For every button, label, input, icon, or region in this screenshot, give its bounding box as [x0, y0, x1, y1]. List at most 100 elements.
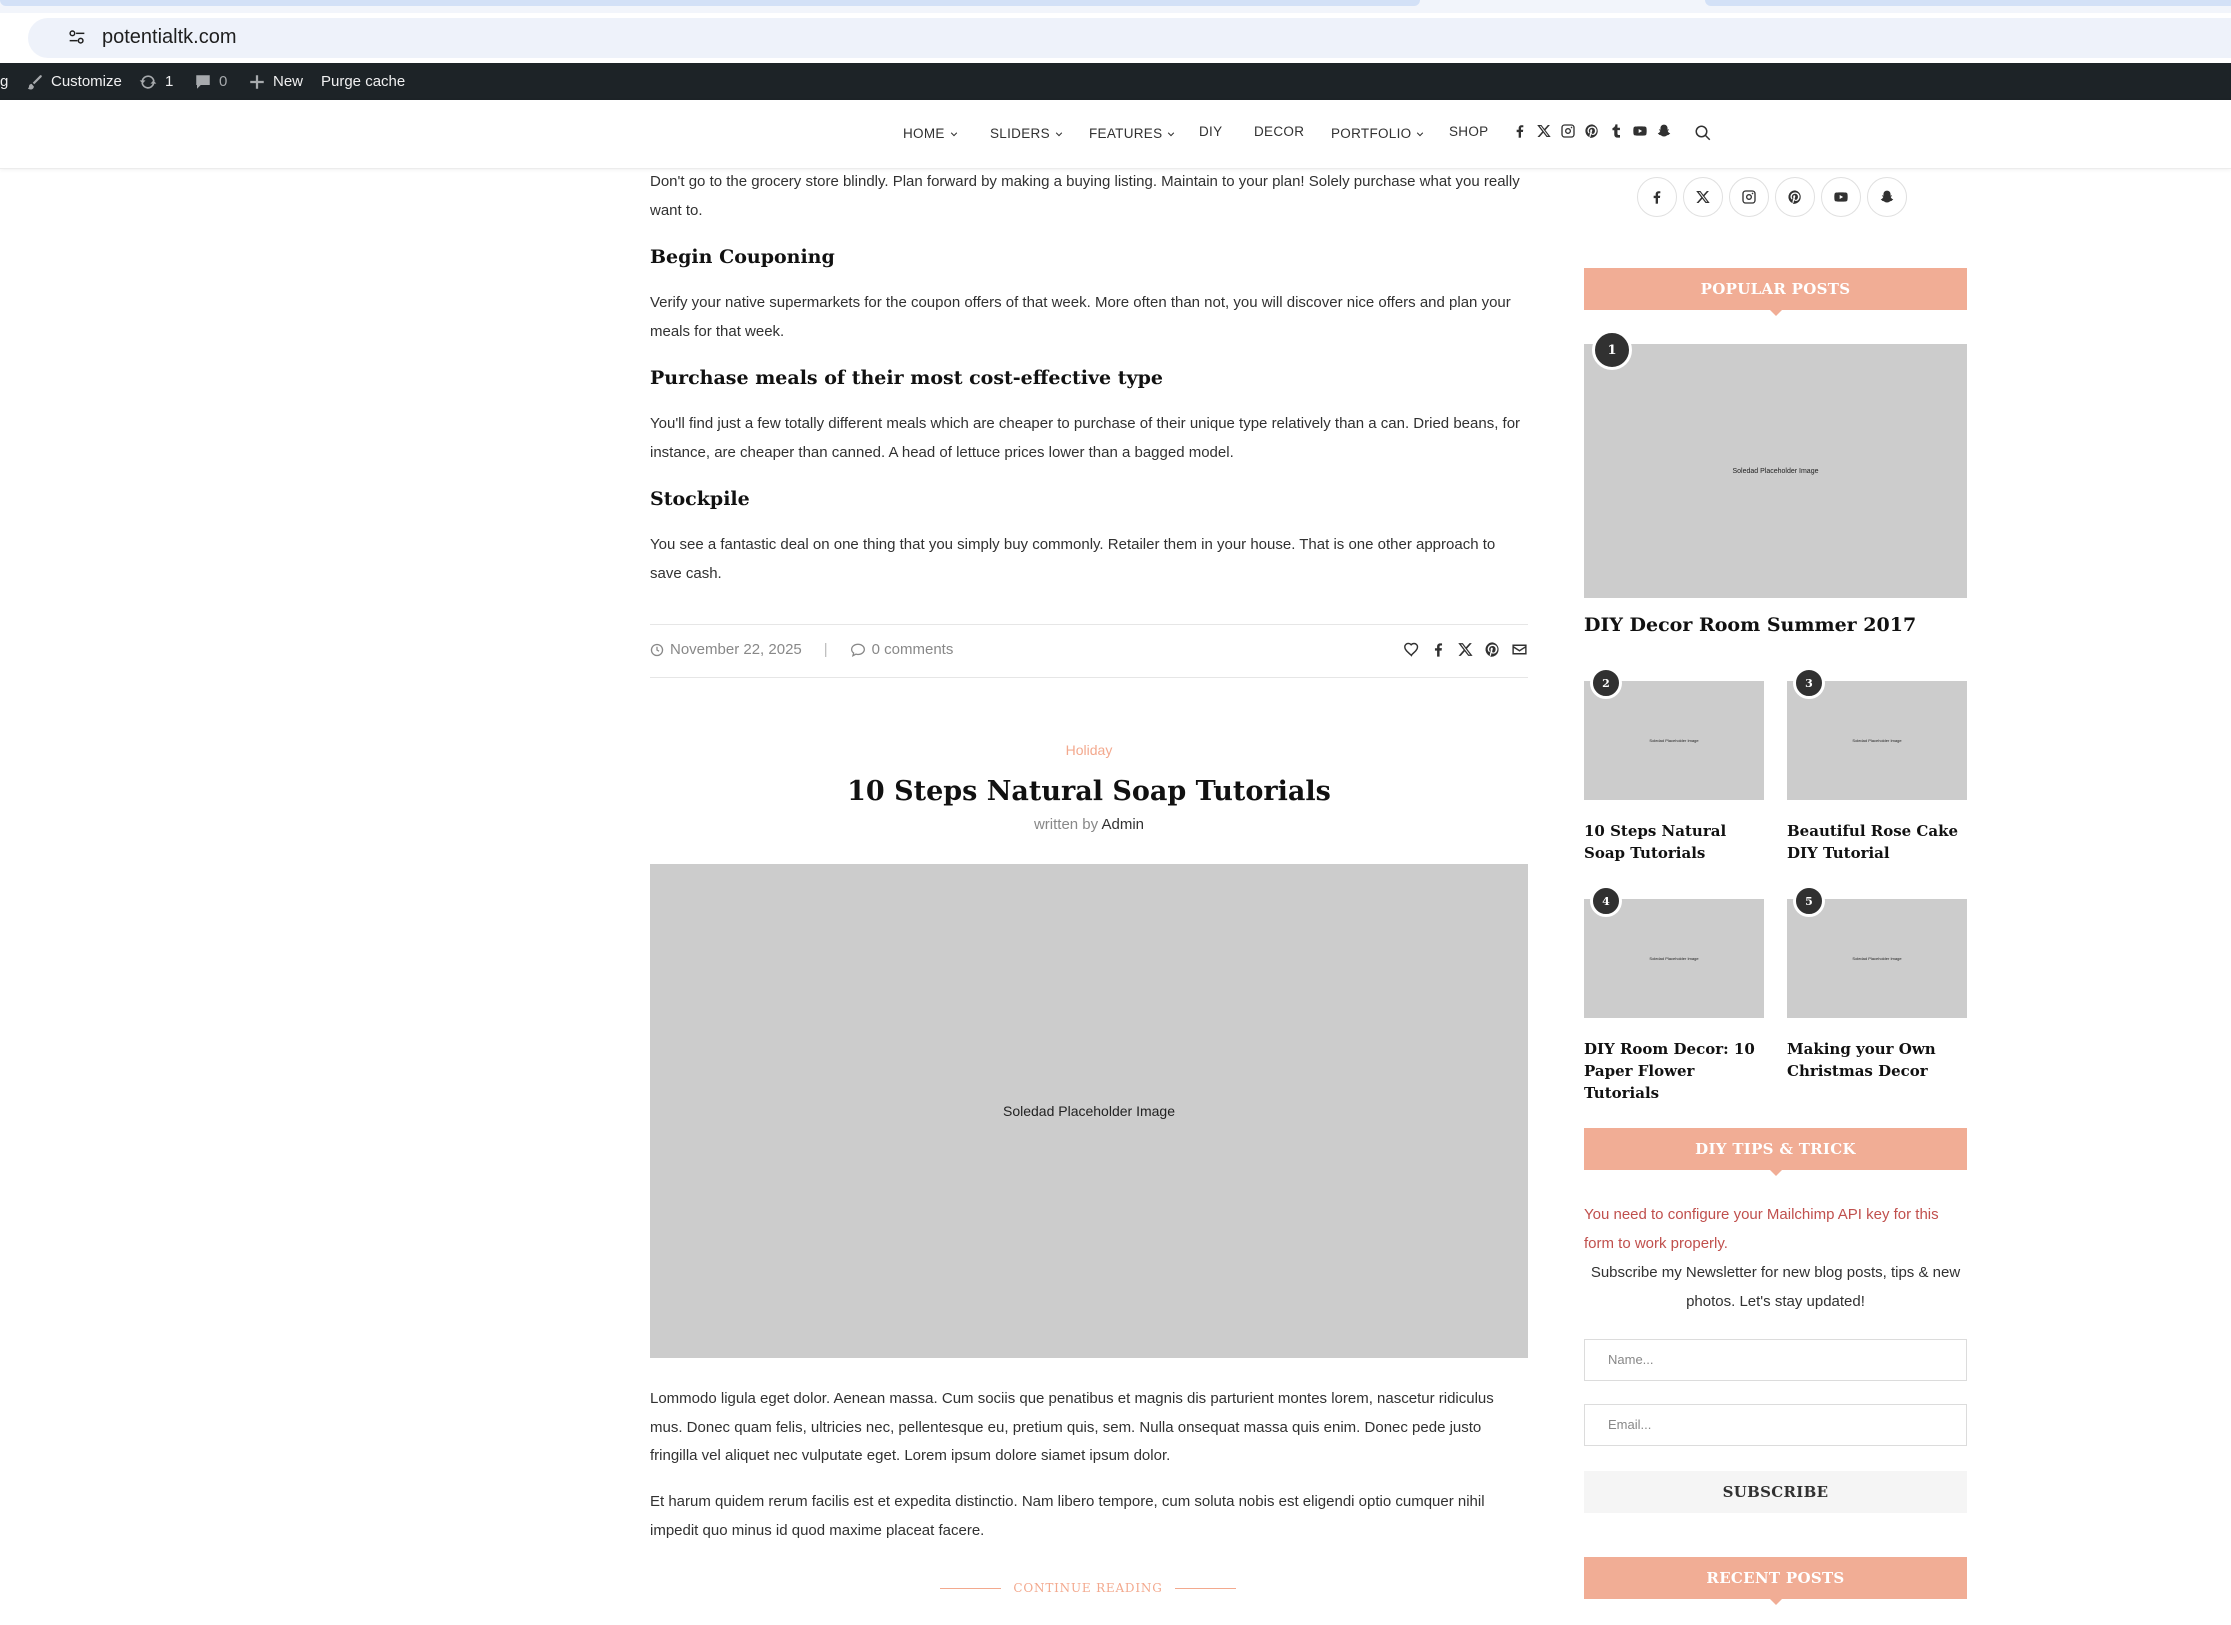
admin-comments[interactable]: 0 [194, 63, 227, 100]
youtube-icon[interactable] [1632, 123, 1648, 139]
site-settings-icon[interactable] [66, 26, 88, 48]
x-icon[interactable] [1536, 123, 1552, 139]
continue-reading-label: CONTINUE READING [1013, 1581, 1163, 1595]
tumblr-icon[interactable] [1608, 123, 1624, 139]
snapchat-icon[interactable] [1656, 123, 1672, 139]
newsletter-title: DIY TIPS & TRICK [1584, 1128, 1967, 1176]
sidebar-facebook-link[interactable] [1637, 177, 1677, 217]
popular-post-title[interactable]: DIY Room Decor: 10 Paper Flower Tutorial… [1584, 1038, 1764, 1104]
wp-admin-bar: g Customize 1 0 New Purge cache [0, 63, 2231, 100]
post-featured-image[interactable]: Soledad Placeholder Image [650, 864, 1528, 1358]
sidebar-instagram-link[interactable] [1729, 177, 1769, 217]
popular-post-title[interactable]: Beautiful Rose Cake DIY Tutorial [1787, 820, 1967, 864]
admin-purge-cache[interactable]: Purge cache [321, 63, 405, 100]
continue-reading-link[interactable]: CONTINUE READING [940, 1578, 1237, 1598]
post-share [1403, 641, 1528, 658]
x-icon[interactable] [1457, 641, 1474, 658]
placeholder-image-label: Soledad Placeholder Image [1852, 956, 1902, 961]
facebook-icon[interactable] [1430, 641, 1447, 658]
nav-home-label: HOME [903, 126, 945, 141]
post-date: November 22, 2025 [670, 641, 802, 658]
search-icon[interactable] [1694, 124, 1712, 142]
site-header: HOME SLIDERS FEATURES DIY DECOR PORTFOLI… [0, 100, 2231, 169]
post-author-link[interactable]: Admin [1102, 816, 1145, 833]
rank-badge: 5 [1793, 885, 1825, 917]
email-field[interactable]: Email... [1584, 1404, 1967, 1446]
admin-purge-cache-label: Purge cache [321, 73, 406, 90]
facebook-icon[interactable] [1512, 123, 1528, 139]
nav-sliders-label: SLIDERS [990, 126, 1050, 141]
sidebar-social-links [1637, 177, 1907, 217]
popular-post-image[interactable]: Soledad Placeholder Image [1584, 899, 1764, 1018]
url-text[interactable]: potentialtk.com [102, 26, 237, 49]
comment-icon [196, 74, 210, 89]
sidebar-pinterest-link[interactable] [1775, 177, 1815, 217]
admin-customize[interactable]: Customize [26, 63, 122, 100]
nav-features-label: FEATURES [1089, 126, 1163, 141]
popular-posts-title: POPULAR POSTS [1584, 268, 1967, 316]
article-heading: Begin Couponing [650, 246, 835, 268]
rank-badge: 1 [1592, 330, 1632, 370]
popular-post-image[interactable]: Soledad Placeholder Image [1787, 899, 1967, 1018]
youtube-icon [1834, 192, 1848, 202]
admin-new[interactable]: New [248, 63, 303, 100]
sidebar-snapchat-link[interactable] [1867, 177, 1907, 217]
chevron-down-icon [1417, 131, 1424, 136]
rank-badge: 2 [1590, 667, 1622, 699]
post-comments-link[interactable]: 0 comments [872, 641, 954, 658]
popular-post-image[interactable]: Soledad Placeholder Image [1787, 681, 1967, 800]
clock-icon [650, 643, 664, 656]
admin-site-label: g [0, 73, 9, 90]
instagram-icon[interactable] [1560, 123, 1576, 139]
url-field[interactable]: potentialtk.com [28, 18, 2231, 58]
nav-features[interactable]: FEATURES [1089, 126, 1175, 141]
placeholder-image-label: Soledad Placeholder Image [1002, 1103, 1175, 1119]
popular-post-image[interactable]: Soledad Placeholder Image [1584, 344, 1967, 598]
popular-post-title[interactable]: Making your Own Christmas Decor [1787, 1038, 1967, 1082]
admin-updates[interactable]: 1 [138, 63, 173, 100]
post-meta: November 22, 2025 | 0 comments [650, 641, 953, 658]
article-heading: Stockpile [650, 488, 750, 510]
popular-post-image[interactable]: Soledad Placeholder Image [1584, 681, 1764, 800]
admin-updates-count: 1 [165, 73, 174, 90]
name-field[interactable]: Name... [1584, 1339, 1967, 1381]
nav-portfolio[interactable]: PORTFOLIO [1331, 126, 1424, 141]
newsletter-description: Subscribe my Newsletter for new blog pos… [1590, 1264, 1961, 1310]
pinterest-icon [1788, 190, 1801, 204]
pinterest-icon[interactable] [1584, 123, 1600, 139]
nav-decor[interactable]: DECOR [1254, 124, 1304, 139]
admin-customize-label: Customize [51, 73, 122, 90]
nav-diy[interactable]: DIY [1199, 124, 1222, 139]
subscribe-button[interactable]: SUBSCRIBE [1584, 1471, 1967, 1513]
popular-post-title[interactable]: DIY Decor Room Summer 2017 [1584, 614, 1967, 636]
placeholder-image-label: Soledad Placeholder Image [1649, 956, 1699, 961]
browser-tab[interactable] [0, 0, 1420, 6]
snapchat-icon [1880, 190, 1894, 203]
placeholder-image-label: Soledad Placeholder Image [1852, 738, 1902, 743]
pinterest-icon[interactable] [1484, 641, 1501, 658]
divider [1174, 1587, 1237, 1589]
nav-sliders[interactable]: SLIDERS [990, 126, 1063, 141]
meta-separator: | [823, 641, 828, 658]
nav-decor-label: DECOR [1254, 124, 1305, 139]
post-title[interactable]: 10 Steps Natural Soap Tutorials [650, 776, 1528, 807]
instagram-icon [1742, 190, 1756, 204]
post-excerpt-paragraph: Et harum quidem rerum facilis est et exp… [650, 1493, 1485, 1539]
nav-home[interactable]: HOME [903, 126, 958, 141]
email-icon[interactable] [1511, 641, 1528, 658]
nav-shop-label: SHOP [1449, 124, 1489, 139]
sidebar-x-link[interactable] [1683, 177, 1723, 217]
nav-shop[interactable]: SHOP [1449, 124, 1488, 139]
header-social-links [1512, 123, 1672, 139]
plus-icon [250, 74, 264, 89]
admin-comments-count: 0 [219, 73, 228, 90]
admin-new-label: New [273, 73, 304, 90]
popular-post-title[interactable]: 10 Steps Natural Soap Tutorials [1584, 820, 1764, 864]
admin-site-menu[interactable]: g [0, 63, 8, 100]
browser-tab[interactable] [1705, 0, 2231, 6]
rank-badge: 4 [1590, 885, 1622, 917]
heart-icon[interactable] [1403, 641, 1420, 658]
nav-portfolio-label: PORTFOLIO [1331, 126, 1412, 141]
sidebar-youtube-link[interactable] [1821, 177, 1861, 217]
post-category[interactable]: Holiday [650, 742, 1528, 758]
